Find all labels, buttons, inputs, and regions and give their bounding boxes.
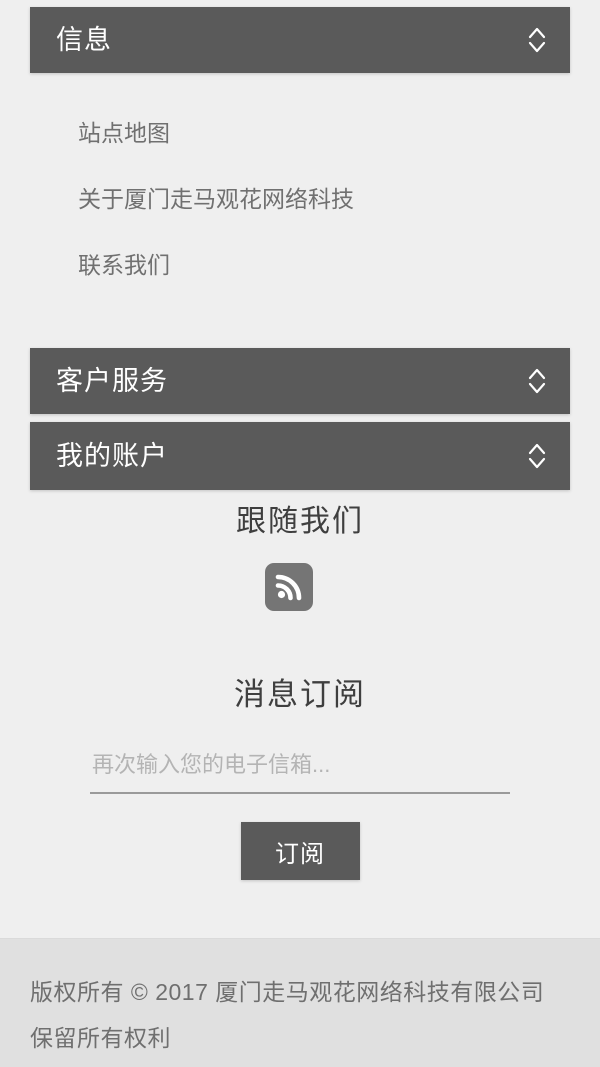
footer-page: 信息 站点地图 关于厦门走马观花网络科技 联系我们 客户服务 我的账户 跟随我们… bbox=[0, 0, 600, 1067]
accordion-header-my-account[interactable]: 我的账户 bbox=[30, 422, 570, 490]
newsletter-form: 订阅 bbox=[0, 746, 600, 881]
link-sitemap[interactable]: 站点地图 bbox=[78, 100, 548, 166]
subscribe-button[interactable]: 订阅 bbox=[240, 822, 360, 881]
follow-us-section: 跟随我们 bbox=[0, 505, 600, 611]
link-about[interactable]: 关于厦门走马观花网络科技 bbox=[78, 166, 548, 232]
list-item: 联系我们 bbox=[78, 232, 548, 298]
accordion-title-customer-service: 客户服务 bbox=[56, 365, 168, 396]
accordion-title-info: 信息 bbox=[56, 24, 112, 55]
follow-us-heading: 跟随我们 bbox=[236, 505, 364, 538]
chevron-up-down-icon[interactable] bbox=[526, 23, 548, 57]
newsletter-heading: 消息订阅 bbox=[234, 677, 366, 712]
info-link-list: 站点地图 关于厦门走马观花网络科技 联系我们 bbox=[78, 100, 548, 298]
social-links-row bbox=[0, 563, 600, 611]
accordion-header-customer-service[interactable]: 客户服务 bbox=[30, 348, 570, 414]
copyright-text: 版权所有 © 2017 厦门走马观花网络科技有限公司 保留所有权利 bbox=[30, 979, 545, 1051]
footer-bar: 版权所有 © 2017 厦门走马观花网络科技有限公司 保留所有权利 bbox=[0, 938, 600, 1067]
list-item: 站点地图 bbox=[78, 100, 548, 166]
accordion-title-my-account: 我的账户 bbox=[56, 440, 168, 471]
link-contact[interactable]: 联系我们 bbox=[78, 232, 548, 298]
newsletter-section: 消息订阅 订阅 bbox=[0, 677, 600, 881]
chevron-up-down-icon[interactable] bbox=[526, 364, 548, 398]
rss-icon[interactable] bbox=[265, 563, 313, 611]
newsletter-email-input[interactable] bbox=[90, 746, 510, 795]
list-item: 关于厦门走马观花网络科技 bbox=[78, 166, 548, 232]
footer-content: 信息 站点地图 关于厦门走马观花网络科技 联系我们 客户服务 我的账户 跟随我们… bbox=[0, 0, 600, 938]
accordion-header-info[interactable]: 信息 bbox=[30, 7, 570, 73]
chevron-up-down-icon[interactable] bbox=[526, 439, 548, 473]
